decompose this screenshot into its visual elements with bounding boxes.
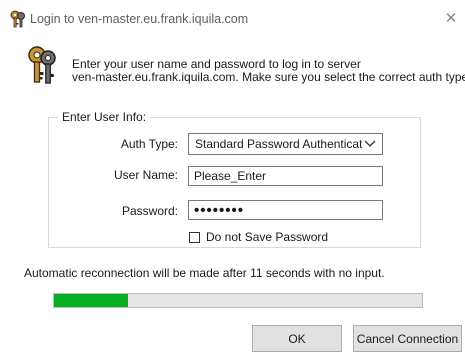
close-button[interactable]: ✕ bbox=[437, 6, 465, 30]
progress-fill bbox=[54, 294, 128, 307]
auth-type-value: Standard Password Authentication bbox=[195, 137, 362, 151]
login-dialog: Login to ven-master.eu.frank.iquila.com … bbox=[0, 0, 465, 358]
keys-icon bbox=[10, 10, 25, 28]
user-name-label: User Name: bbox=[113, 168, 178, 182]
chevron-down-icon bbox=[364, 140, 376, 147]
groupbox-label: Enter User Info: bbox=[58, 110, 151, 124]
auth-type-select[interactable]: Standard Password Authentication bbox=[188, 133, 383, 155]
password-label: Password: bbox=[121, 204, 178, 218]
reconnect-progress-bar bbox=[53, 293, 423, 308]
ok-button[interactable]: OK bbox=[252, 325, 342, 352]
user-name-input[interactable] bbox=[188, 166, 383, 186]
cancel-connection-button[interactable]: Cancel Connection bbox=[353, 325, 462, 352]
window-title: Login to ven-master.eu.frank.iquila.com bbox=[30, 12, 249, 26]
close-icon: ✕ bbox=[444, 10, 458, 27]
dont-save-password-checkbox[interactable] bbox=[189, 231, 200, 243]
dont-save-password-checkbox-row[interactable]: Do not Save Password bbox=[189, 230, 328, 244]
instructions-line-2: ven-master.eu.frank.iquila.com. Make sur… bbox=[72, 70, 465, 84]
dont-save-password-label: Do not Save Password bbox=[206, 230, 329, 244]
reconnect-message: Automatic reconnection will be made afte… bbox=[24, 266, 385, 280]
password-input[interactable] bbox=[188, 200, 383, 220]
keys-icon bbox=[28, 46, 56, 84]
auth-type-label: Auth Type: bbox=[120, 137, 178, 151]
instructions-text: Enter your user name and password to log… bbox=[72, 58, 465, 84]
title-bar: Login to ven-master.eu.frank.iquila.com … bbox=[0, 0, 465, 36]
